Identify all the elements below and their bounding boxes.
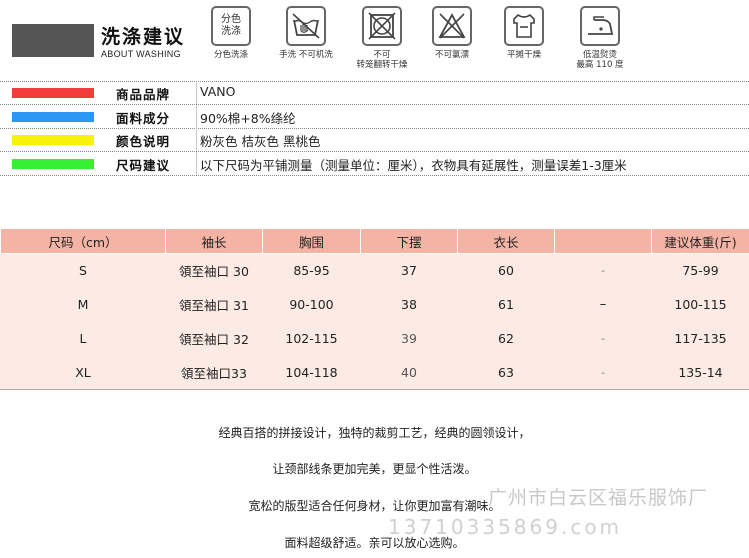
size-cell: XL xyxy=(0,355,166,390)
yellow-swatch xyxy=(12,135,94,145)
chest-cell: 90-100 xyxy=(262,287,361,322)
care-item-low-temp-iron: 低温熨烫 最高 110 度 xyxy=(570,6,630,70)
sleeve-cell: 領至袖口 32 xyxy=(165,321,263,356)
info-label: 颜色说明 xyxy=(116,134,171,149)
length-cell: 60 xyxy=(457,253,555,288)
watermark-company: 广州市白云区福乐服饰厂 xyxy=(488,487,709,509)
hem-cell: 37 xyxy=(360,253,458,288)
column-header: 袖长 xyxy=(165,228,263,254)
table-row: L 領至袖口 32 102-115 39 62 - 117-135 xyxy=(0,321,749,356)
no-bleach-icon xyxy=(432,6,472,46)
description-line: 让颈部线条更加完美，更显个性活泼。 xyxy=(272,462,477,476)
info-label: 面料成分 xyxy=(116,111,171,126)
info-row-brand: 商品品牌 VANO xyxy=(0,81,749,104)
sleeve-cell: 領至袖口33 xyxy=(165,355,263,390)
info-value: 以下尺码为平铺测量（测量单位：厘米），衣物具有延展性，测量误差1-3厘米 xyxy=(200,158,627,173)
blank-cell: - xyxy=(554,253,652,288)
care-item-wash-separately: 分色 洗涤 分色洗涤 xyxy=(201,6,261,60)
red-swatch xyxy=(12,88,94,98)
watermark-phone: 13710335869.com xyxy=(388,515,623,539)
blank-cell: - xyxy=(554,321,652,356)
washing-subtitle: ABOUT WASHING xyxy=(101,49,181,59)
hem-cell: 38 xyxy=(360,287,458,322)
care-label: 手洗 不可机洗 xyxy=(279,50,333,60)
care-item-no-bleach: 不可氯漂 xyxy=(422,6,482,60)
hem-cell: 39 xyxy=(360,321,458,356)
weight-cell: 100-115 xyxy=(651,287,749,322)
length-cell: 63 xyxy=(457,355,555,390)
sleeve-cell: 領至袖口 31 xyxy=(165,287,263,322)
care-label: 不可氯漂 xyxy=(434,50,469,60)
header-dark-block xyxy=(12,24,94,57)
column-header: 下摆 xyxy=(360,228,458,254)
care-label: 平摊干燥 xyxy=(506,50,541,60)
size-cell: S xyxy=(0,253,166,288)
green-swatch xyxy=(12,159,94,169)
description-line: 面料超级舒适。亲可以放心选购。 xyxy=(284,536,465,550)
description-line: 经典百搭的拼接设计，独特的裁剪工艺，经典的圆领设计， xyxy=(218,426,531,440)
care-label: 低温熨烫 最高 110 度 xyxy=(576,50,624,70)
table-row: S 領至袖口 30 85-95 37 60 - 75-99 xyxy=(0,253,749,288)
column-header: 尺码（cm） xyxy=(0,228,166,254)
length-cell: 62 xyxy=(457,321,555,356)
weight-cell: 135-14 xyxy=(651,355,749,390)
info-label: 尺码建议 xyxy=(116,158,171,173)
info-label: 商品品牌 xyxy=(116,87,171,102)
sleeve-cell: 領至袖口 30 xyxy=(165,253,263,288)
care-item-no-tumble-dry: 不可 转笼翻转干燥 xyxy=(352,6,412,70)
info-value: 粉灰色 桔灰色 黑桃色 xyxy=(200,134,321,149)
weight-cell: 75-99 xyxy=(651,253,749,288)
column-header: 建议体重(斤) xyxy=(651,228,749,254)
hand-wash-no-machine-icon xyxy=(286,6,326,46)
product-info: 商品品牌 VANO 面料成分 90%棉+8%绦纶 颜色说明 粉灰色 桔灰色 黑桃… xyxy=(0,81,749,176)
hem-cell: 40 xyxy=(360,355,458,390)
chest-cell: 85-95 xyxy=(262,253,361,288)
no-tumble-dry-icon xyxy=(362,6,402,46)
length-cell: 61 xyxy=(457,287,555,322)
info-value: VANO xyxy=(200,84,236,99)
care-label: 分色洗涤 xyxy=(213,50,248,60)
column-header xyxy=(554,228,652,254)
table-row: M 領至袖口 31 90-100 38 61 – 100-115 xyxy=(0,287,749,322)
info-row-size: 尺码建议 以下尺码为平铺测量（测量单位：厘米），衣物具有延展性，测量误差1-3厘… xyxy=(0,152,749,175)
size-chart-table: 尺码（cm） 袖长 胸围 下摆 衣长 建议体重(斤) S 領至袖口 30 85-… xyxy=(0,228,749,390)
size-cell: L xyxy=(0,321,166,356)
column-header: 衣长 xyxy=(457,228,555,254)
care-label: 不可 转笼翻转干燥 xyxy=(356,50,408,70)
blue-swatch xyxy=(12,112,94,122)
care-item-dry-flat: 平摊干燥 xyxy=(494,6,554,60)
column-header: 胸围 xyxy=(262,228,361,254)
table-row: XL 領至袖口33 104-118 40 63 - 135-14 xyxy=(0,355,749,390)
blank-cell: - xyxy=(554,355,652,390)
info-row-fabric: 面料成分 90%棉+8%绦纶 xyxy=(0,105,749,128)
care-item-hand-wash: 手洗 不可机洗 xyxy=(276,6,336,60)
table-header-row: 尺码（cm） 袖长 胸围 下摆 衣长 建议体重(斤) xyxy=(0,228,749,254)
info-row-color: 颜色说明 粉灰色 桔灰色 黑桃色 xyxy=(0,128,749,151)
weight-cell: 117-135 xyxy=(651,321,749,356)
size-cell: M xyxy=(0,287,166,322)
low-temp-iron-icon xyxy=(580,6,620,46)
dry-flat-icon xyxy=(504,6,544,46)
blank-cell: – xyxy=(554,287,652,322)
wash-separately-icon: 分色 洗涤 xyxy=(211,6,251,46)
chest-cell: 102-115 xyxy=(262,321,361,356)
washing-title: 洗涤建议 xyxy=(101,26,186,48)
info-value: 90%棉+8%绦纶 xyxy=(200,111,296,126)
chest-cell: 104-118 xyxy=(262,355,361,390)
